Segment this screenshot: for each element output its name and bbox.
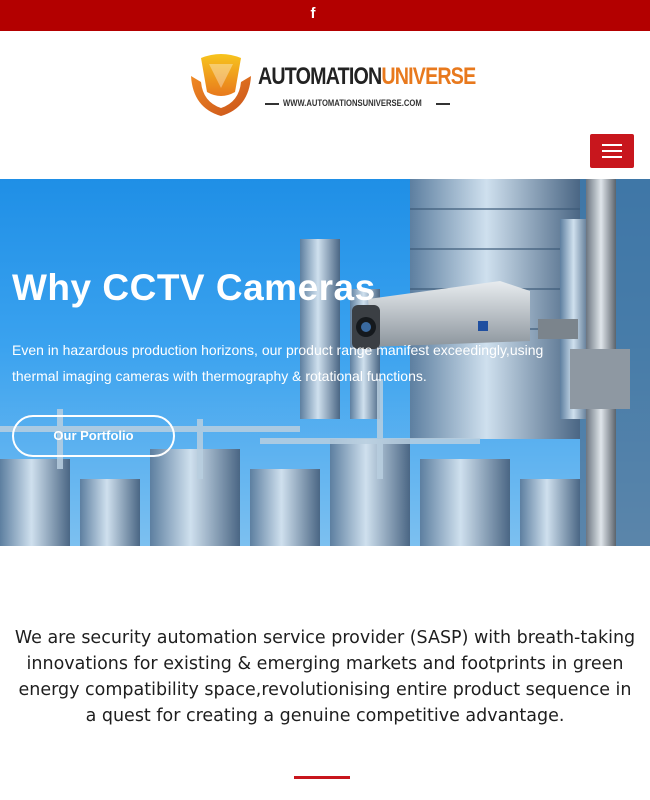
top-bar: f xyxy=(0,0,650,31)
logo-word-universe: UNIVERSE xyxy=(381,63,476,90)
hero-description: Even in hazardous production horizons, o… xyxy=(12,342,544,384)
facebook-icon[interactable]: f xyxy=(305,3,321,25)
logo-url-text: WWW.AUTOMATIONSUNIVERSE.COM xyxy=(283,98,422,108)
section-divider xyxy=(294,776,350,779)
logo-tagline: WWW.AUTOMATIONSUNIVERSE.COM xyxy=(265,98,450,110)
intro-paragraph: We are security automation service provi… xyxy=(14,628,636,726)
hero-title: Why CCTV Cameras xyxy=(12,267,376,308)
site-logo[interactable]: AUTOMATIONUNIVERSE WWW.AUTOMATIONSUNIVER… xyxy=(183,48,476,120)
logo-emblem-icon xyxy=(191,54,251,116)
logo-word-automation: AUTOMATION xyxy=(258,63,382,90)
hero-banner: Why CCTV Cameras Even in hazardous produ… xyxy=(0,179,650,546)
logo-wordmark: AUTOMATIONUNIVERSE xyxy=(258,63,476,91)
hamburger-icon xyxy=(602,144,622,146)
menu-toggle-button[interactable] xyxy=(590,134,634,168)
our-portfolio-button[interactable]: Our Portfolio xyxy=(12,415,175,457)
